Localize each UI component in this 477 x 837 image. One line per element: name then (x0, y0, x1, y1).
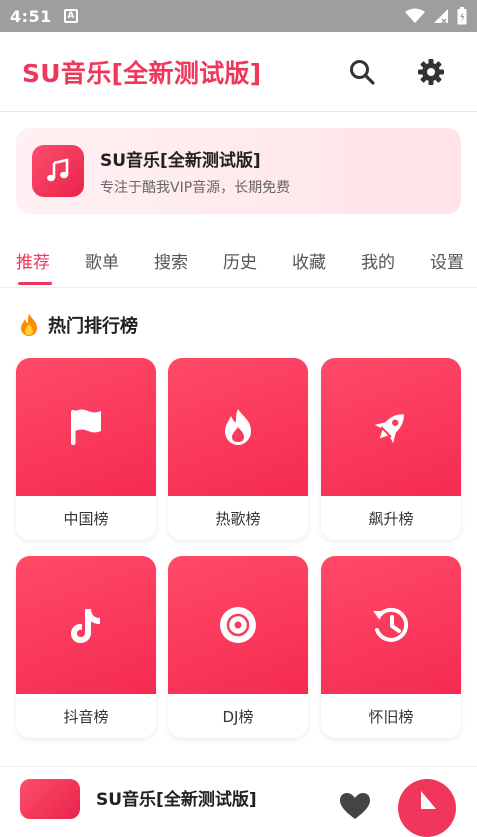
search-button[interactable] (344, 54, 380, 90)
flag-icon (71, 409, 101, 445)
fire-icon (21, 314, 37, 336)
tab-bar: 推荐 歌单 搜索 历史 收藏 我的 设置 (0, 236, 477, 288)
tab-settings[interactable]: 设置 (430, 248, 464, 273)
tiktok-icon (71, 609, 100, 643)
tab-search[interactable]: 搜索 (154, 248, 188, 273)
disc-icon (220, 607, 256, 643)
section-title: 热门排行榜 (48, 316, 138, 337)
banner-subtitle: 专注于酷我VIP音源，长期免费 (100, 179, 291, 196)
rocket-icon (374, 414, 404, 444)
app-title: SU音乐[全新测试版] (22, 58, 262, 88)
app-logo (32, 145, 84, 197)
play-button[interactable] (398, 779, 456, 837)
status-time: 4:51 (10, 6, 52, 26)
status-icons (405, 7, 467, 25)
chart-card-label: 热歌榜 (215, 509, 261, 528)
chart-card-label: 抖音榜 (63, 707, 109, 726)
wifi-icon (405, 8, 425, 23)
chart-card-label: 飙升榜 (368, 509, 414, 528)
settings-button[interactable] (413, 54, 449, 90)
battery-icon (457, 7, 467, 25)
flame-icon (225, 409, 251, 445)
tab-recommend[interactable]: 推荐 (16, 248, 50, 273)
chart-card-label: 中国榜 (63, 509, 109, 528)
player-album-art (20, 779, 80, 819)
banner-title: SU音乐[全新测试版] (100, 150, 261, 171)
app-header: SU音乐[全新测试版] (0, 32, 477, 112)
gear-icon (418, 59, 444, 85)
chart-card-douyin[interactable]: 抖音榜 (16, 556, 156, 738)
chart-card-rising[interactable]: 飙升榜 (321, 358, 461, 540)
tab-history[interactable]: 历史 (223, 248, 257, 273)
app-banner: SU音乐[全新测试版] 专注于酷我VIP音源，长期免费 (16, 128, 461, 214)
chart-card-label: 怀旧榜 (368, 707, 414, 726)
chart-card-dj[interactable]: DJ榜 (168, 556, 308, 738)
history-icon (373, 607, 409, 642)
player-track-title: SU音乐[全新测试版] (96, 790, 257, 810)
search-icon (350, 60, 375, 85)
active-tab-indicator (18, 282, 52, 285)
play-icon (421, 791, 436, 809)
chart-card-label: DJ榜 (222, 707, 254, 726)
signal-icon (434, 9, 448, 24)
tab-mine[interactable]: 我的 (361, 248, 395, 273)
notification-icon: A (63, 9, 78, 23)
status-bar: 4:51 A (0, 0, 477, 32)
mini-player[interactable]: SU音乐[全新测试版] (0, 766, 477, 837)
tab-playlists[interactable]: 歌单 (85, 248, 119, 273)
chart-card-hot[interactable]: 热歌榜 (168, 358, 308, 540)
tab-favorites[interactable]: 收藏 (292, 248, 326, 273)
section-header: 热门排行榜 (18, 312, 138, 338)
chart-card-china[interactable]: 中国榜 (16, 358, 156, 540)
chart-card-oldies[interactable]: 怀旧榜 (321, 556, 461, 738)
music-note-icon (47, 158, 69, 182)
heart-icon[interactable] (338, 791, 372, 821)
